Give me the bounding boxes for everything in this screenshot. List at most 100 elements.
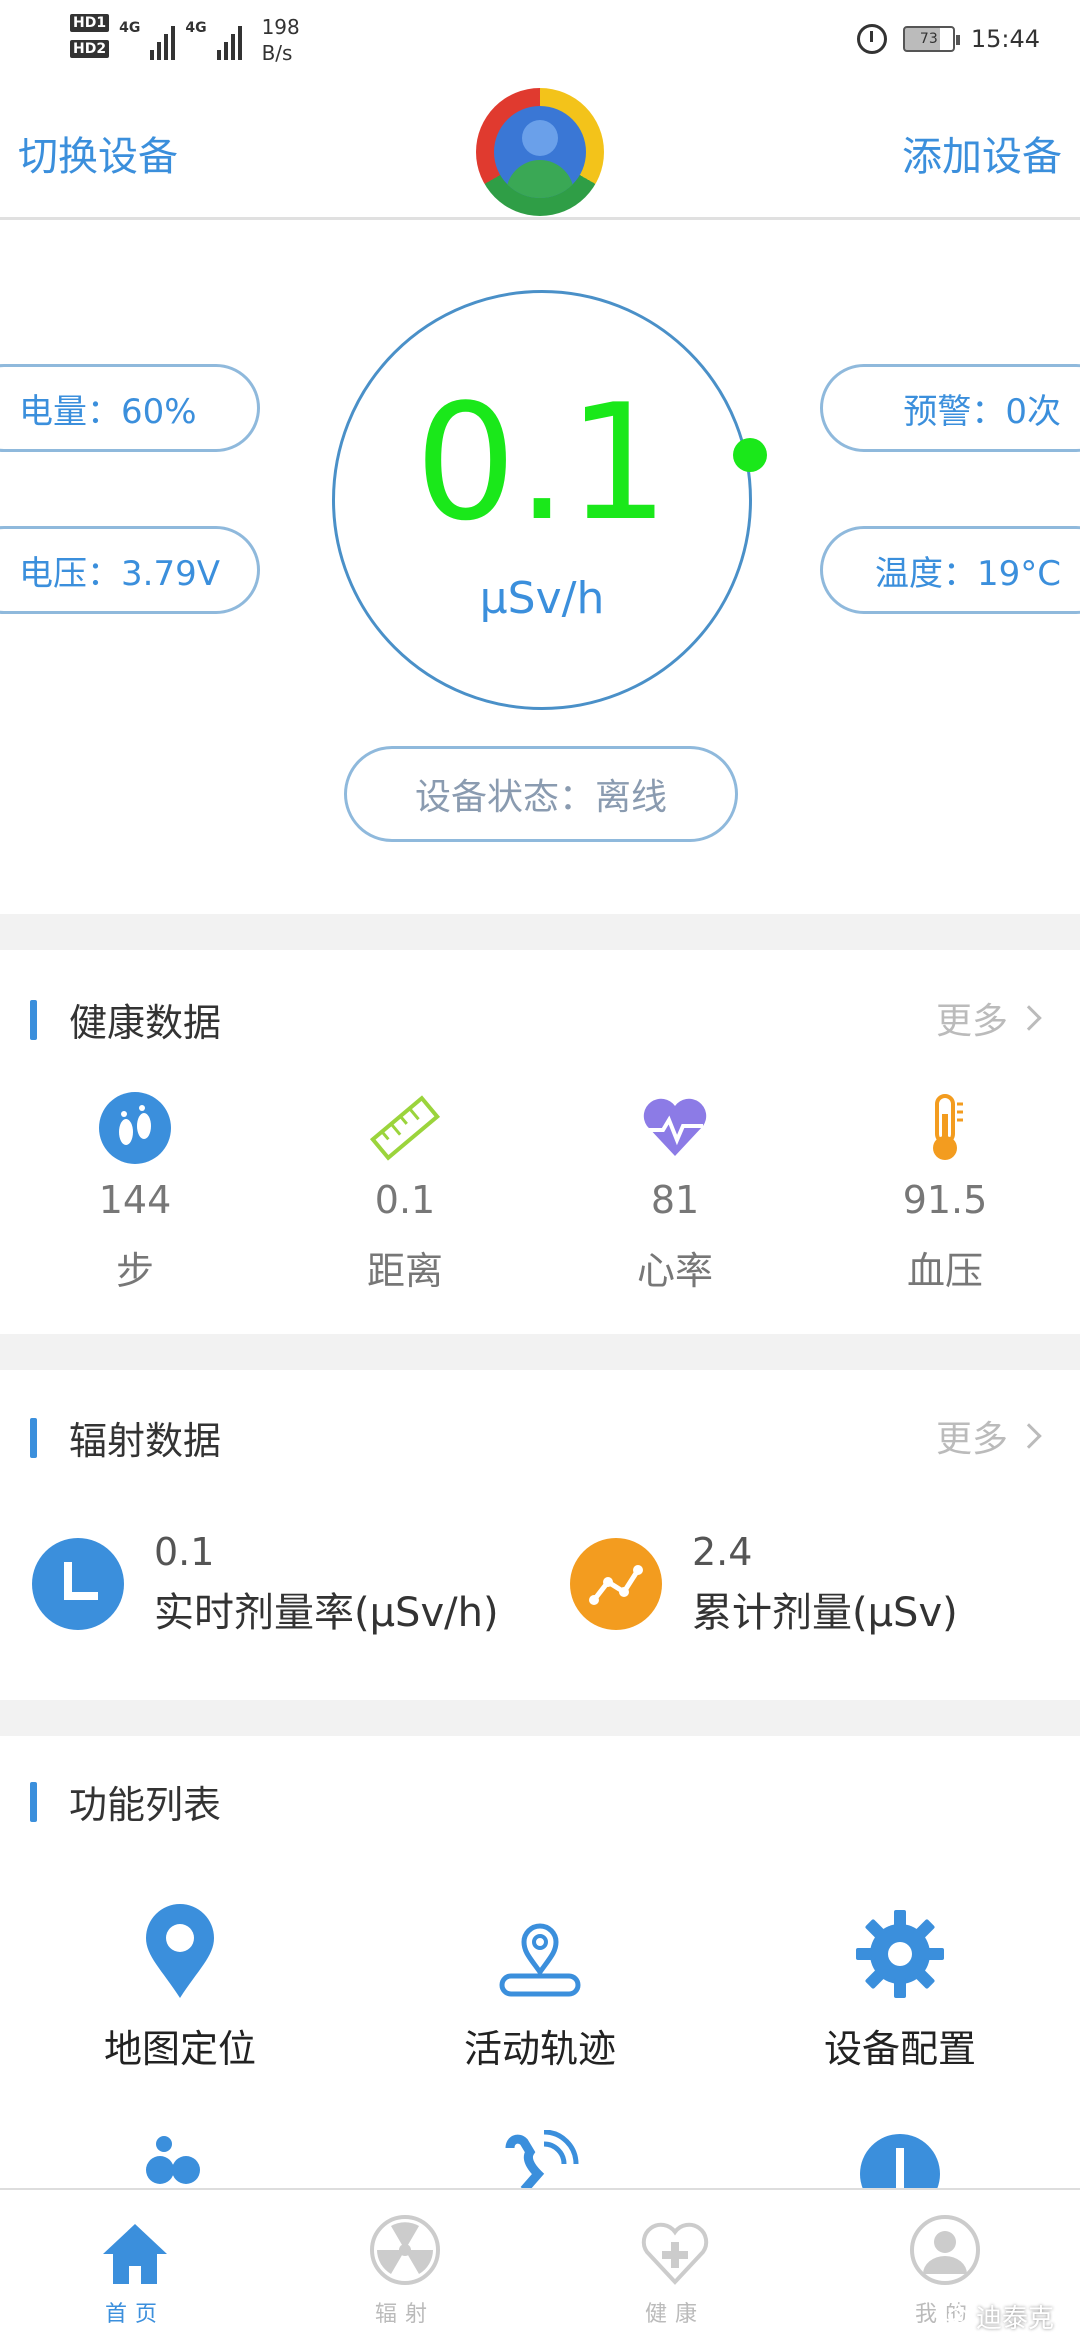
steps-value: 144 — [98, 1178, 172, 1222]
distance-label: 距离 — [366, 1249, 443, 1293]
dose-rate-unit: μSv/h — [479, 573, 605, 624]
avatar-inner — [494, 106, 586, 198]
section-divider — [0, 1700, 1080, 1736]
realtime-dose-rate-label: 实时剂量率(μSv/h) — [154, 1590, 499, 1636]
cumulative-dose-value: 2.4 — [692, 1530, 753, 1574]
title-accent-bar — [30, 999, 37, 1040]
gear-icon — [750, 1900, 1050, 2000]
device-config-label: 设备配置 — [823, 2027, 976, 2071]
home-icon — [35, 2190, 235, 2286]
blood-pressure-value: 91.5 — [902, 1178, 988, 1222]
clock-icon — [32, 1538, 124, 1630]
blood-pressure-label: 血压 — [906, 1249, 983, 1293]
switch-device-button[interactable]: 切换设备 — [18, 124, 178, 182]
network-type-1: 4G — [119, 20, 141, 36]
radiation-section-title: 辐射数据 — [30, 1410, 221, 1465]
map-location-label: 地图定位 — [103, 2027, 256, 2071]
function-device-config[interactable]: 设备配置 — [750, 1900, 1050, 2073]
tab-health-label: 健康 — [644, 2302, 705, 2327]
footprints-icon — [99, 1092, 171, 1164]
realtime-dose-rate-value: 0.1 — [154, 1530, 215, 1574]
health-item-steps[interactable]: 144 步 — [25, 1092, 245, 1295]
health-icon — [575, 2190, 775, 2286]
add-device-button[interactable]: 添加设备 — [902, 124, 1062, 182]
hd2-badge: HD2 — [70, 40, 110, 58]
thermometer-icon — [909, 1092, 981, 1164]
title-accent-bar — [30, 1781, 37, 1822]
map-pin-icon — [30, 1900, 330, 2000]
radiation-more-text: 更多 — [935, 1419, 1008, 1460]
network-type-2: 4G — [185, 20, 207, 36]
function-map-location[interactable]: 地图定位 — [30, 1900, 330, 2073]
realtime-dose-rate-text: 0.1 实时剂量率(μSv/h) — [154, 1530, 499, 1638]
bottom-tab-bar: 首页 辐射 健康 我的 — [0, 2188, 1080, 2340]
tab-health[interactable]: 健康 — [575, 2190, 775, 2340]
status-left: HD1 HD2 4G 4G 198 B/s — [70, 14, 300, 66]
section-divider — [0, 914, 1080, 950]
device-status-pill: 设备状态：离线 — [344, 746, 738, 842]
hd-indicators: HD1 HD2 — [70, 14, 110, 58]
chevron-right-icon — [1016, 1423, 1042, 1449]
chevron-right-icon — [1016, 1005, 1042, 1031]
alarm-icon — [856, 24, 887, 54]
warning-pill: 预警：0次 — [820, 364, 1080, 452]
distance-value: 0.1 — [374, 1178, 436, 1222]
battery-icon: 73 — [902, 26, 960, 52]
tab-radiation-label: 辐射 — [374, 2302, 435, 2327]
heart-rate-label: 心率 — [636, 1249, 713, 1293]
cumulative-dose-label: 累计剂量(μSv) — [692, 1590, 958, 1636]
health-more-link[interactable]: 更多 — [935, 992, 1042, 1044]
info-icon[interactable] — [860, 2130, 940, 2190]
status-bar: HD1 HD2 4G 4G 198 B/s 73 15:44 — [0, 0, 1080, 80]
watermark-text: 迪泰克 — [975, 2304, 1054, 2334]
health-more-text: 更多 — [935, 1001, 1008, 1042]
section-divider — [0, 1334, 1080, 1370]
signal-icon — [150, 20, 176, 60]
track-icon — [390, 1900, 690, 2000]
ruler-icon — [369, 1092, 441, 1164]
functions-section-title: 功能列表 — [30, 1774, 221, 1829]
trend-icon — [570, 1538, 662, 1630]
tab-home-label: 首页 — [104, 2302, 165, 2327]
health-item-distance[interactable]: 0.1 距离 — [295, 1092, 515, 1295]
avatar-body — [506, 160, 574, 198]
tab-home[interactable]: 首页 — [35, 2190, 235, 2340]
health-section-title: 健康数据 — [30, 992, 221, 1047]
phone-icon[interactable] — [500, 2130, 580, 2190]
speed-value: 198 — [261, 15, 300, 39]
health-item-blood-pressure[interactable]: 91.5 血压 — [835, 1092, 1055, 1295]
bubbles-icon[interactable] — [140, 2130, 210, 2190]
heart-pulse-icon — [639, 1092, 711, 1164]
functions-title-text: 功能列表 — [69, 1783, 222, 1827]
user-icon — [845, 2190, 1045, 2286]
signal-icon-2 — [216, 20, 242, 60]
health-title-text: 健康数据 — [69, 1001, 222, 1045]
clock: 15:44 — [970, 25, 1040, 53]
network-speed: 198 B/s — [262, 14, 300, 66]
cumulative-dose-text: 2.4 累计剂量(μSv) — [692, 1530, 958, 1638]
dose-rate-gauge: 0.1 μSv/h — [332, 290, 752, 710]
voltage-pill: 电压：3.79V — [0, 526, 260, 614]
wechat-icon — [937, 2300, 968, 2333]
app-header: 切换设备 添加设备 — [0, 80, 1080, 220]
status-right: 73 15:44 — [856, 24, 1040, 54]
temperature-pill: 温度：19°C — [820, 526, 1080, 614]
realtime-dose-rate-card[interactable]: 0.1 实时剂量率(μSv/h) — [32, 1530, 499, 1638]
function-activity-track[interactable]: 活动轨迹 — [390, 1900, 690, 2073]
dose-rate-value: 0.1 — [414, 369, 670, 556]
avatar[interactable] — [476, 88, 604, 216]
health-item-heart-rate[interactable]: 81 心率 — [565, 1092, 785, 1295]
radiation-icon — [305, 2190, 505, 2286]
watermark: 迪泰克 — [937, 2298, 1054, 2335]
cumulative-dose-card[interactable]: 2.4 累计剂量(μSv) — [570, 1530, 958, 1638]
radiation-title-text: 辐射数据 — [69, 1419, 222, 1463]
speed-unit: B/s — [261, 41, 293, 65]
title-accent-bar — [30, 1417, 37, 1458]
tab-radiation[interactable]: 辐射 — [305, 2190, 505, 2340]
battery-level: 73 — [919, 31, 938, 47]
radiation-more-link[interactable]: 更多 — [935, 1410, 1042, 1462]
activity-track-label: 活动轨迹 — [463, 2027, 616, 2071]
avatar-head — [522, 120, 558, 156]
steps-label: 步 — [115, 1249, 154, 1293]
heart-rate-value: 81 — [650, 1178, 700, 1222]
